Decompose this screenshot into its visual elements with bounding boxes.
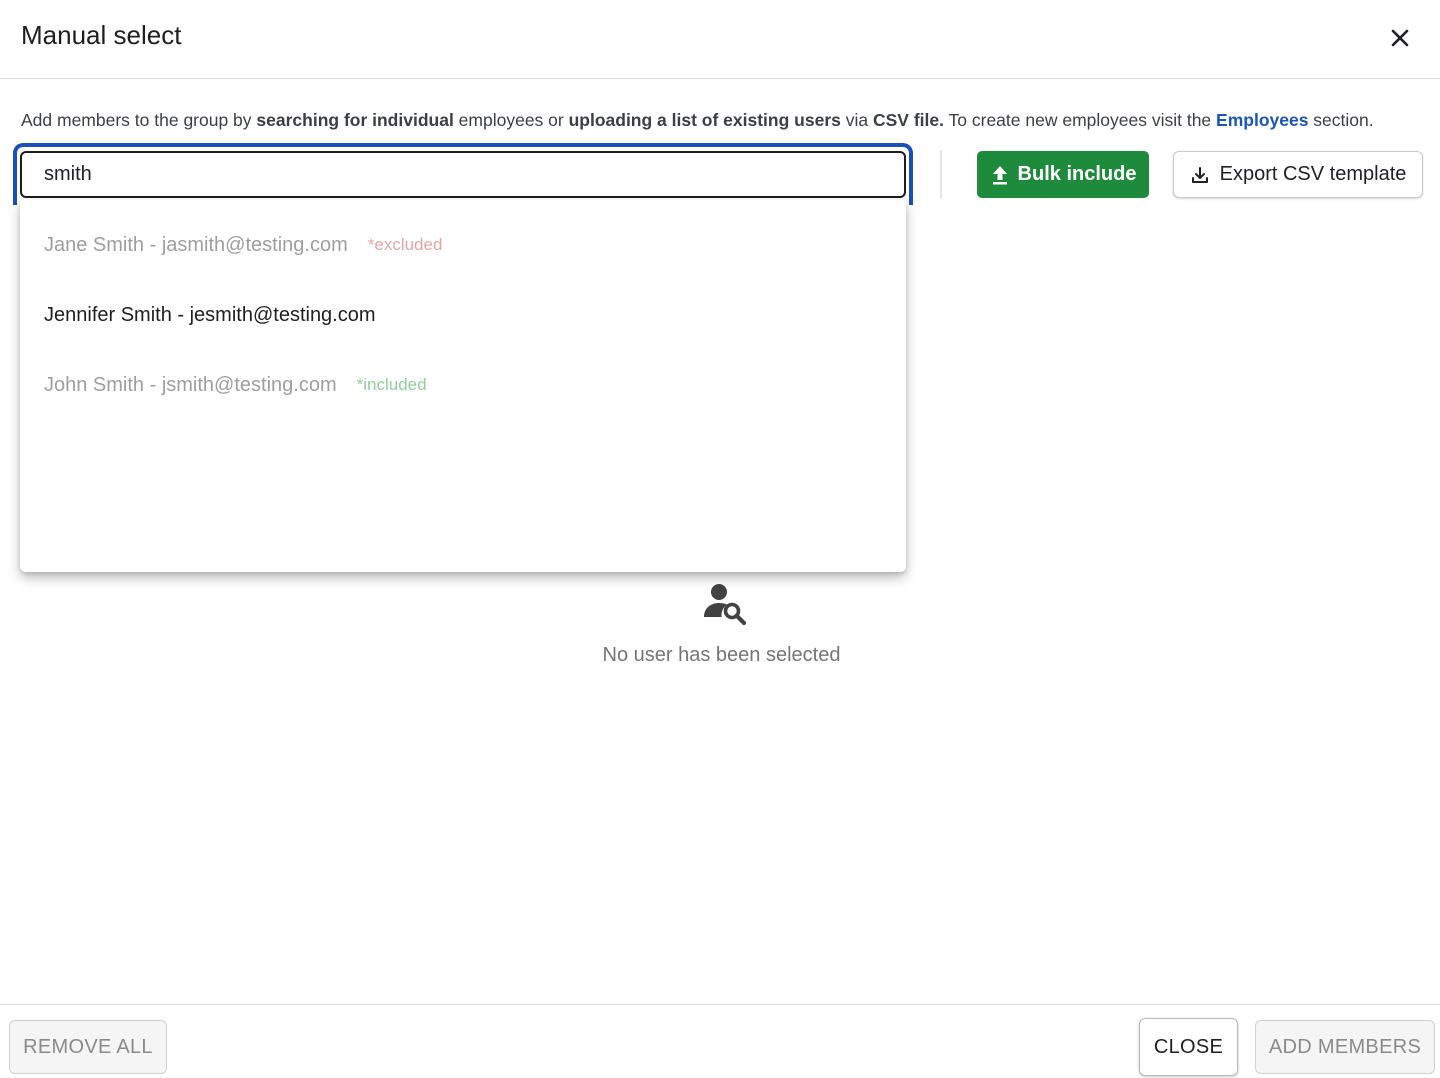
download-icon (1191, 166, 1208, 183)
bulk-include-label: Bulk include (1017, 163, 1137, 185)
included-badge: *included (356, 375, 427, 394)
add-members-button[interactable]: ADD MEMBERS (1255, 1020, 1435, 1074)
bulk-include-button[interactable]: Bulk include (977, 151, 1149, 198)
employees-link[interactable]: Employees (1216, 110, 1308, 130)
description-emphasis: searching for individual (256, 110, 454, 130)
close-button[interactable]: CLOSE (1139, 1018, 1238, 1076)
dialog-title: Manual select (21, 20, 182, 50)
export-csv-template-label: Export CSV template (1219, 163, 1407, 185)
search-result-option: John Smith - jsmith@testing.com *include… (20, 350, 906, 420)
search-result-option[interactable]: Jennifer Smith - jesmith@testing.com (20, 280, 906, 350)
description-text: Add members to the group by (21, 110, 257, 130)
toolbar-divider (940, 150, 942, 198)
result-name: Jane Smith - jasmith@testing.com (44, 233, 348, 256)
excluded-badge: *excluded (367, 235, 443, 254)
dialog-header: Manual select (0, 0, 1440, 79)
description-text: employees or (453, 110, 569, 130)
close-icon[interactable] (1384, 22, 1416, 54)
upload-icon (992, 165, 1007, 184)
description-text: via (840, 110, 873, 130)
empty-state-text: No user has been selected (602, 644, 841, 666)
result-name: Jennifer Smith - jesmith@testing.com (44, 303, 376, 326)
description-emphasis: CSV file. (872, 110, 944, 130)
remove-all-button[interactable]: REMOVE ALL (9, 1020, 167, 1074)
description-text: section. (1308, 110, 1374, 130)
search-result-option: Jane Smith - jasmith@testing.com *exclud… (20, 210, 906, 280)
description-text: To create new employees visit the (943, 110, 1217, 130)
description-emphasis: uploading a list of existing users (568, 110, 841, 130)
person-search-icon (700, 583, 748, 627)
search-results-dropdown: Jane Smith - jasmith@testing.com *exclud… (20, 200, 906, 572)
export-csv-template-button[interactable]: Export CSV template (1173, 151, 1423, 198)
dialog-description: Add members to the group by searching fo… (21, 110, 1374, 131)
search-input[interactable] (20, 151, 906, 198)
result-name: John Smith - jsmith@testing.com (44, 373, 337, 396)
